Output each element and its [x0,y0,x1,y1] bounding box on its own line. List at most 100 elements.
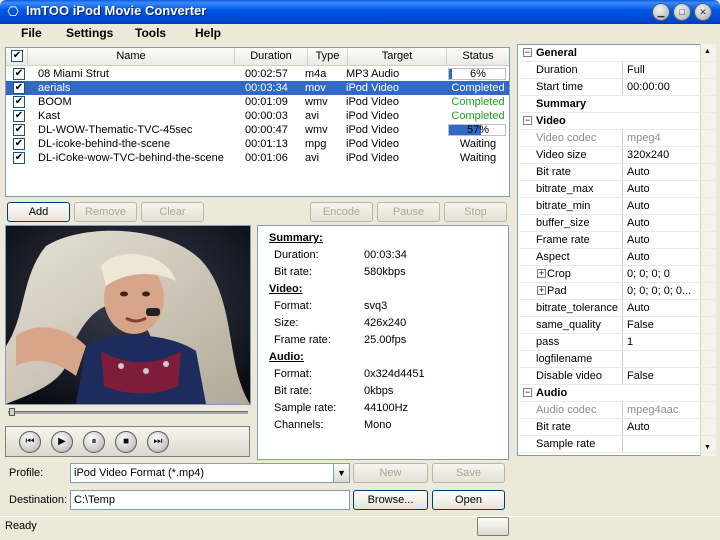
collapse-icon[interactable]: − [523,48,532,57]
property-row[interactable]: Bit rate Auto [520,164,716,181]
minimize-icon[interactable]: ▁ [652,3,670,21]
property-row[interactable]: + Pad 0; 0; 0; 0; 0... [520,283,716,300]
property-row[interactable]: bitrate_tolerance Auto [520,300,716,317]
stop-button[interactable]: Stop [444,202,507,222]
duration-value: 00:03:34 [364,249,407,261]
property-value[interactable]: 00:00:00 [625,79,705,95]
close-icon[interactable]: ✕ [694,3,712,21]
row-checkbox[interactable]: ✔ [13,110,25,122]
property-value[interactable]: 0; 0; 0; 0 [625,266,705,282]
collapse-icon[interactable]: − [523,388,532,397]
property-category-general[interactable]: − General [520,45,716,62]
property-value[interactable]: 1 [625,334,705,350]
property-row[interactable]: Disable video False [520,368,716,385]
table-row[interactable]: ✔ DL-WOW-Thematic-TVC-45sec 00:00:47 wmv iPo… [6,123,509,137]
expand-icon[interactable]: + [537,286,546,295]
property-value[interactable]: Auto [625,232,705,248]
property-row[interactable]: logfilename [520,351,716,368]
property-row[interactable]: Bit rate Auto [520,419,716,436]
menu-tools[interactable]: Tools [135,26,166,40]
property-value[interactable]: mpeg4 [625,130,705,146]
new-profile-button[interactable]: New [353,463,428,483]
add-button[interactable]: Add [7,202,70,222]
maximize-icon[interactable]: □ [673,3,691,21]
row-checkbox[interactable]: ✔ [13,138,25,150]
select-all-checkbox[interactable]: ✔ [6,48,28,65]
column-status[interactable]: Status [447,48,509,65]
row-checkbox[interactable]: ✔ [13,68,25,80]
property-category-audio[interactable]: − Audio [520,385,716,402]
property-row[interactable]: buffer_size Auto [520,215,716,232]
table-row[interactable]: ✔ Kast 00:00:03 avi iPod Video Completed [6,109,509,123]
pause-button[interactable]: Pause [377,202,440,222]
property-value[interactable]: 320x240 [625,147,705,163]
play-icon[interactable]: ▶ [51,431,73,453]
property-row[interactable]: Audio codec mpeg4aac [520,402,716,419]
property-row[interactable]: Start time 00:00:00 [520,79,716,96]
next-icon[interactable]: ⏭ [147,431,169,453]
destination-input[interactable]: C:\Temp [70,490,350,510]
property-category-video[interactable]: − Video [520,113,716,130]
previous-icon[interactable]: ⏮ [19,431,41,453]
property-value[interactable]: Full [625,62,705,78]
property-row[interactable]: bitrate_max Auto [520,181,716,198]
table-row[interactable]: ✔ BOOM 00:01:09 wmv iPod Video Completed [6,95,509,109]
clear-button[interactable]: Clear [141,202,204,222]
remove-button[interactable]: Remove [74,202,137,222]
property-value[interactable]: Auto [625,249,705,265]
property-row[interactable]: Aspect Auto [520,249,716,266]
menu-settings[interactable]: Settings [66,26,113,40]
row-checkbox[interactable]: ✔ [13,124,25,136]
property-row[interactable]: + Crop 0; 0; 0; 0 [520,266,716,283]
property-row[interactable]: Video size 320x240 [520,147,716,164]
property-value[interactable]: False [625,317,705,333]
expand-icon[interactable]: + [537,269,546,278]
seek-handle[interactable] [9,408,15,416]
property-value[interactable]: False [625,368,705,384]
property-value[interactable]: Auto [625,164,705,180]
collapse-icon[interactable]: − [523,116,532,125]
browse-button[interactable]: Browse... [353,490,428,510]
stop-icon[interactable]: ■ [115,431,137,453]
row-checkbox[interactable]: ✔ [13,96,25,108]
column-target[interactable]: Target [348,48,447,65]
property-value[interactable]: Auto [625,181,705,197]
property-category-summary[interactable]: Summary [520,96,716,113]
property-row[interactable]: Video codec mpeg4 [520,130,716,147]
row-checkbox[interactable]: ✔ [13,152,25,164]
property-row[interactable]: Duration Full [520,62,716,79]
property-value[interactable]: Auto [625,198,705,214]
property-row[interactable]: bitrate_min Auto [520,198,716,215]
pause-icon[interactable]: ⏸ [83,431,105,453]
property-value[interactable]: Auto [625,215,705,231]
property-value[interactable] [625,436,705,452]
encode-button[interactable]: Encode [310,202,373,222]
property-value[interactable]: 0; 0; 0; 0; 0... [625,283,705,299]
property-value[interactable]: Auto [625,419,705,435]
table-row[interactable]: ✔ DL-icoke-behind-the-scene 00:01:13 mpg iPo… [6,137,509,151]
column-type[interactable]: Type [308,48,348,65]
save-profile-button[interactable]: Save [432,463,505,483]
menu-file[interactable]: File [21,26,42,40]
property-value[interactable] [625,351,705,367]
property-value[interactable]: mpeg4aac [625,402,705,418]
column-duration[interactable]: Duration [235,48,308,65]
profile-select[interactable]: iPod Video Format (*.mp4) [70,463,350,483]
chevron-down-icon[interactable]: ▼ [333,464,349,482]
open-button[interactable]: Open [432,490,505,510]
row-checkbox[interactable]: ✔ [13,82,25,94]
status-bar [0,516,720,540]
table-row[interactable]: ✔ 08 Miami Strut 00:02:57 m4a MP3 Audio 6% [6,67,509,81]
property-row[interactable]: Frame rate Auto [520,232,716,249]
property-row[interactable]: Sample rate [520,436,716,453]
table-row[interactable]: ✔ DL-iCoke-wow-TVC-behind-the-scene 00:01:… [6,151,509,165]
audio-heading: Audio: [269,351,304,363]
table-row[interactable]: ✔ aerials 00:03:34 mov iPod Video Completed [6,81,509,95]
column-name[interactable]: Name [28,48,235,65]
file-list[interactable]: ✔ Name Duration Type Target Status ✔ 08 M… [5,47,510,197]
seek-track[interactable] [8,411,248,414]
property-row[interactable]: pass 1 [520,334,716,351]
menu-help[interactable]: Help [195,26,221,40]
property-row[interactable]: same_quality False [520,317,716,334]
property-value[interactable]: Auto [625,300,705,316]
